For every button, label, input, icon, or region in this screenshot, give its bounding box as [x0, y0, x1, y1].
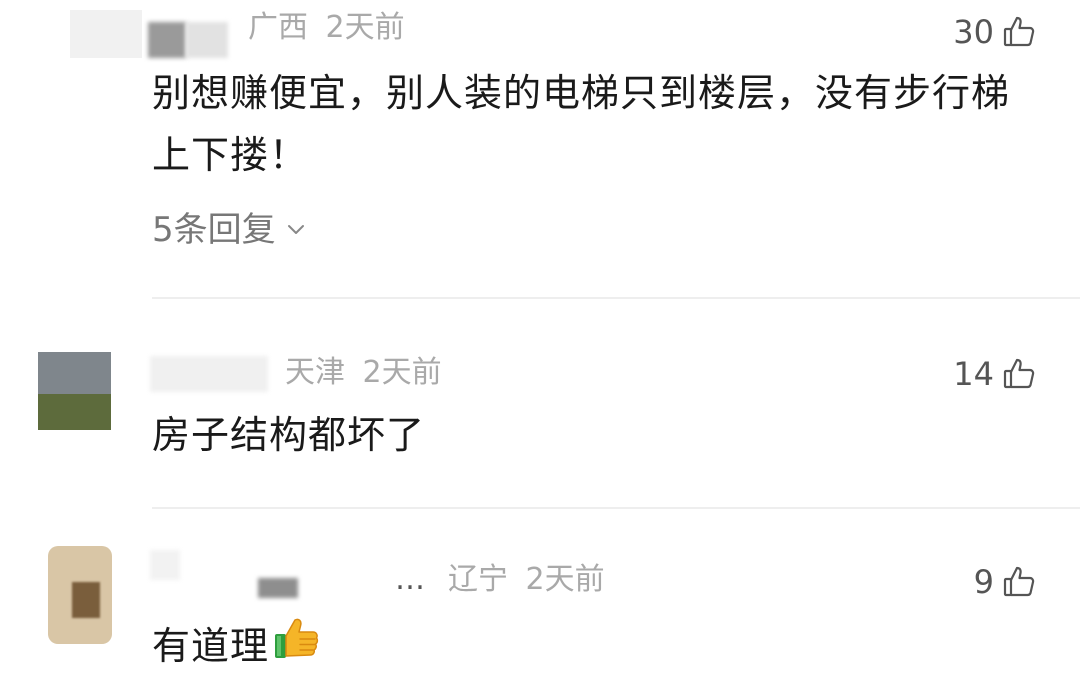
divider	[152, 507, 1080, 509]
like-button[interactable]: 30	[953, 12, 1036, 52]
thumbs-up-outline-icon	[1002, 357, 1036, 391]
replies-toggle[interactable]: 5条回复	[152, 206, 308, 254]
divider	[152, 297, 1080, 299]
avatar[interactable]	[70, 10, 142, 58]
comment-list: 广西 2天前 30 别想赚便宜，别人装的电梯只到楼层，没有步行梯 上下搂！ 5条…	[0, 0, 1080, 685]
location-label: 辽宁	[448, 562, 508, 597]
avatar[interactable]	[38, 352, 111, 430]
comment-text-label: 有道理	[152, 624, 270, 668]
comment-text-line: 上下搂！	[152, 133, 309, 177]
like-count: 14	[953, 355, 994, 393]
chevron-down-icon	[276, 206, 308, 254]
comment-text-line: 别想赚便宜，别人装的电梯只到楼层，没有步行梯	[152, 71, 1011, 115]
time-label: 2天前	[362, 355, 442, 390]
location-label: 天津	[285, 355, 345, 390]
replies-label: 5条回复	[152, 210, 276, 250]
username-ellipsis: …	[395, 562, 425, 597]
thumbs-up-emoji-icon	[271, 612, 321, 680]
like-button[interactable]: 14	[953, 354, 1036, 394]
avatar[interactable]	[48, 546, 112, 644]
location-label: 广西	[248, 10, 308, 45]
comment-text: 别想赚便宜，别人装的电梯只到楼层，没有步行梯 上下搂！	[152, 62, 1010, 186]
comment-meta: 广西 2天前	[248, 10, 405, 46]
time-label: 2天前	[525, 562, 605, 597]
comment-meta: 辽宁 2天前	[448, 562, 605, 598]
like-count: 9	[973, 563, 994, 601]
comment-text: 有道理	[152, 612, 321, 680]
time-label: 2天前	[325, 10, 405, 45]
comment-text: 房子结构都坏了	[152, 413, 426, 457]
comment-meta: 天津 2天前	[285, 355, 442, 391]
like-button[interactable]: 9	[974, 562, 1036, 602]
thumbs-up-outline-icon	[1002, 15, 1036, 49]
thumbs-up-outline-icon	[1002, 565, 1036, 599]
like-count: 30	[953, 13, 994, 51]
